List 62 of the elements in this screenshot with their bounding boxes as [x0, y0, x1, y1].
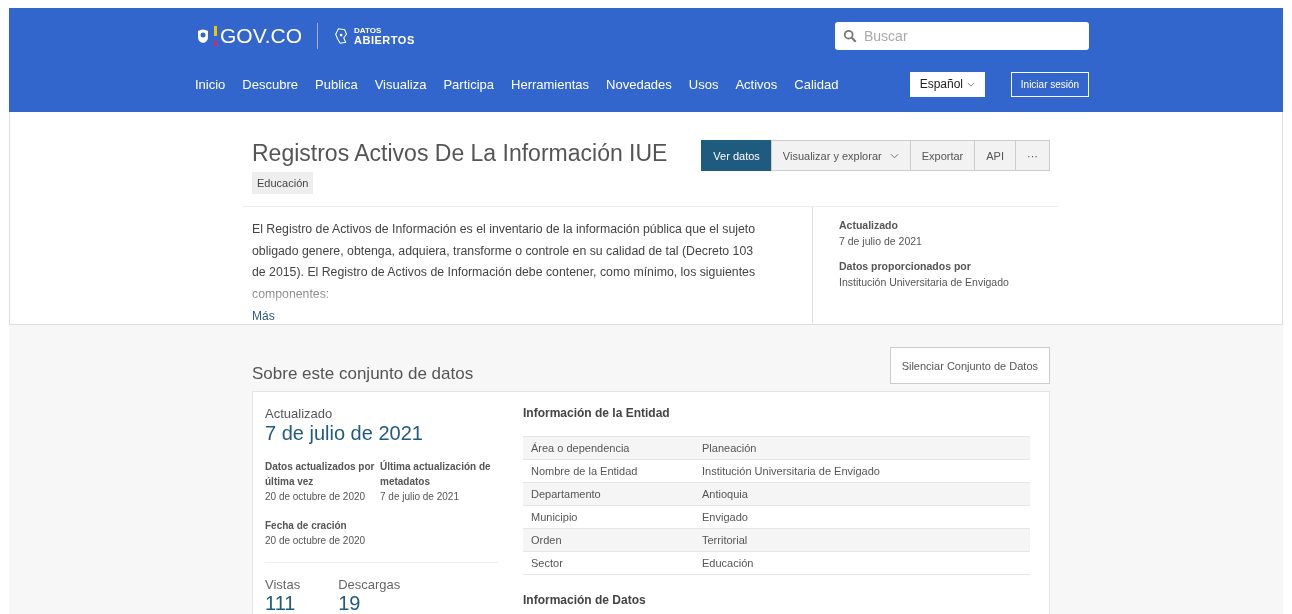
subsection-title: Información de Datos	[523, 593, 647, 607]
login-button[interactable]: Iniciar sesión	[1011, 71, 1089, 97]
nav-link[interactable]: Inicio	[195, 76, 226, 92]
table-cell: Antioquia	[694, 482, 1030, 506]
search-icon	[843, 29, 857, 43]
nav-link[interactable]: Activos	[735, 76, 778, 92]
date-value: 20 de octubre de 2020	[265, 490, 367, 504]
nav-link[interactable]: Usos	[688, 76, 719, 92]
nav-link[interactable]: Descubre	[242, 76, 298, 92]
action-button[interactable]: API	[974, 140, 1016, 171]
stat-value: 111	[265, 592, 297, 614]
coat-of-arms-icon	[195, 28, 211, 44]
table-cell: Área o dependencia	[523, 436, 694, 460]
nav-link[interactable]: Publica	[315, 76, 358, 92]
stat-label: Descargas	[338, 577, 401, 592]
language-dropdown[interactable]: Español	[909, 71, 985, 97]
date-label: Última actualización de metadatos	[380, 459, 492, 489]
table-cell: Educación	[694, 551, 1030, 575]
table-cell: Envigado	[694, 505, 1030, 529]
brand-name: ABIERTOS	[354, 34, 415, 46]
date-value: 20 de octubre de 2020	[265, 534, 367, 548]
nav-link[interactable]: Novedades	[606, 76, 672, 92]
nav-link[interactable]: Calidad	[794, 76, 839, 92]
date-label: Fecha de cración	[265, 519, 348, 533]
table-cell: Institución Universitaria de Envigado	[694, 459, 1030, 483]
table-cell: Nombre de la Entidad	[523, 459, 694, 483]
date-label: Datos actualizados por última vez	[265, 460, 376, 489]
chevron-down-icon	[889, 152, 899, 159]
action-button[interactable]: Exportar	[909, 140, 976, 171]
action-button[interactable]: ···	[1015, 140, 1050, 171]
table-cell: Planeación	[694, 436, 1030, 460]
meta-label: Datos proporcionados por	[839, 260, 972, 272]
chevron-down-icon	[967, 81, 975, 87]
date-value: 7 de julio de 2021	[380, 490, 460, 504]
table-cell: Departamento	[523, 482, 694, 506]
mute-button[interactable]: Silenciar Conjunto de Datos	[889, 347, 1050, 384]
meta-value: Institución Universitaria de Envigado	[839, 276, 1009, 288]
nav-link[interactable]: Herramientas	[511, 76, 590, 92]
flag-stripe-icon	[214, 26, 217, 46]
search-field[interactable]: Buscar	[835, 22, 1089, 50]
table-cell: Sector	[523, 551, 694, 575]
dataset-description: El Registro de Activos de Información es el inventario de la información pública que el sujeto obligado genere, obtenga, adquiera, transforme o controle en su calidad de tal (Decreto 103 de 2015). El Registro de Activos de Información debe contener, como mínimo, los siguientes componentes:	[252, 221, 757, 303]
meta-value: 7 de julio de 2021	[839, 235, 923, 247]
section-title: Sobre este conjunto de datos	[252, 364, 474, 384]
govco-logo[interactable]: GOV.CO	[220, 24, 303, 48]
table-cell: Municipio	[523, 505, 694, 529]
action-button[interactable]: Ver datos	[701, 140, 772, 171]
dataset-title: Registros Activos De La Información IUE	[252, 140, 668, 167]
nav-link[interactable]: Visualiza	[374, 76, 427, 92]
meta-label: Actualizado	[839, 219, 899, 231]
category-tag[interactable]: Educación	[252, 172, 314, 194]
more-link[interactable]: Más	[252, 309, 812, 323]
stat-label: Vistas	[265, 577, 301, 592]
nav-link[interactable]: Participa	[443, 76, 494, 92]
table-cell: Orden	[523, 528, 694, 552]
brand-small-text: DATOS	[354, 26, 383, 35]
subsection-title: Información de la Entidad	[523, 406, 671, 420]
stat-value: 19	[338, 592, 362, 614]
action-button[interactable]: Visualizar y explorar	[770, 140, 911, 171]
updated-date: 7 de julio de 2021	[265, 422, 424, 445]
table-cell: Territorial	[694, 528, 1030, 552]
updated-label: Actualizado	[265, 406, 334, 421]
